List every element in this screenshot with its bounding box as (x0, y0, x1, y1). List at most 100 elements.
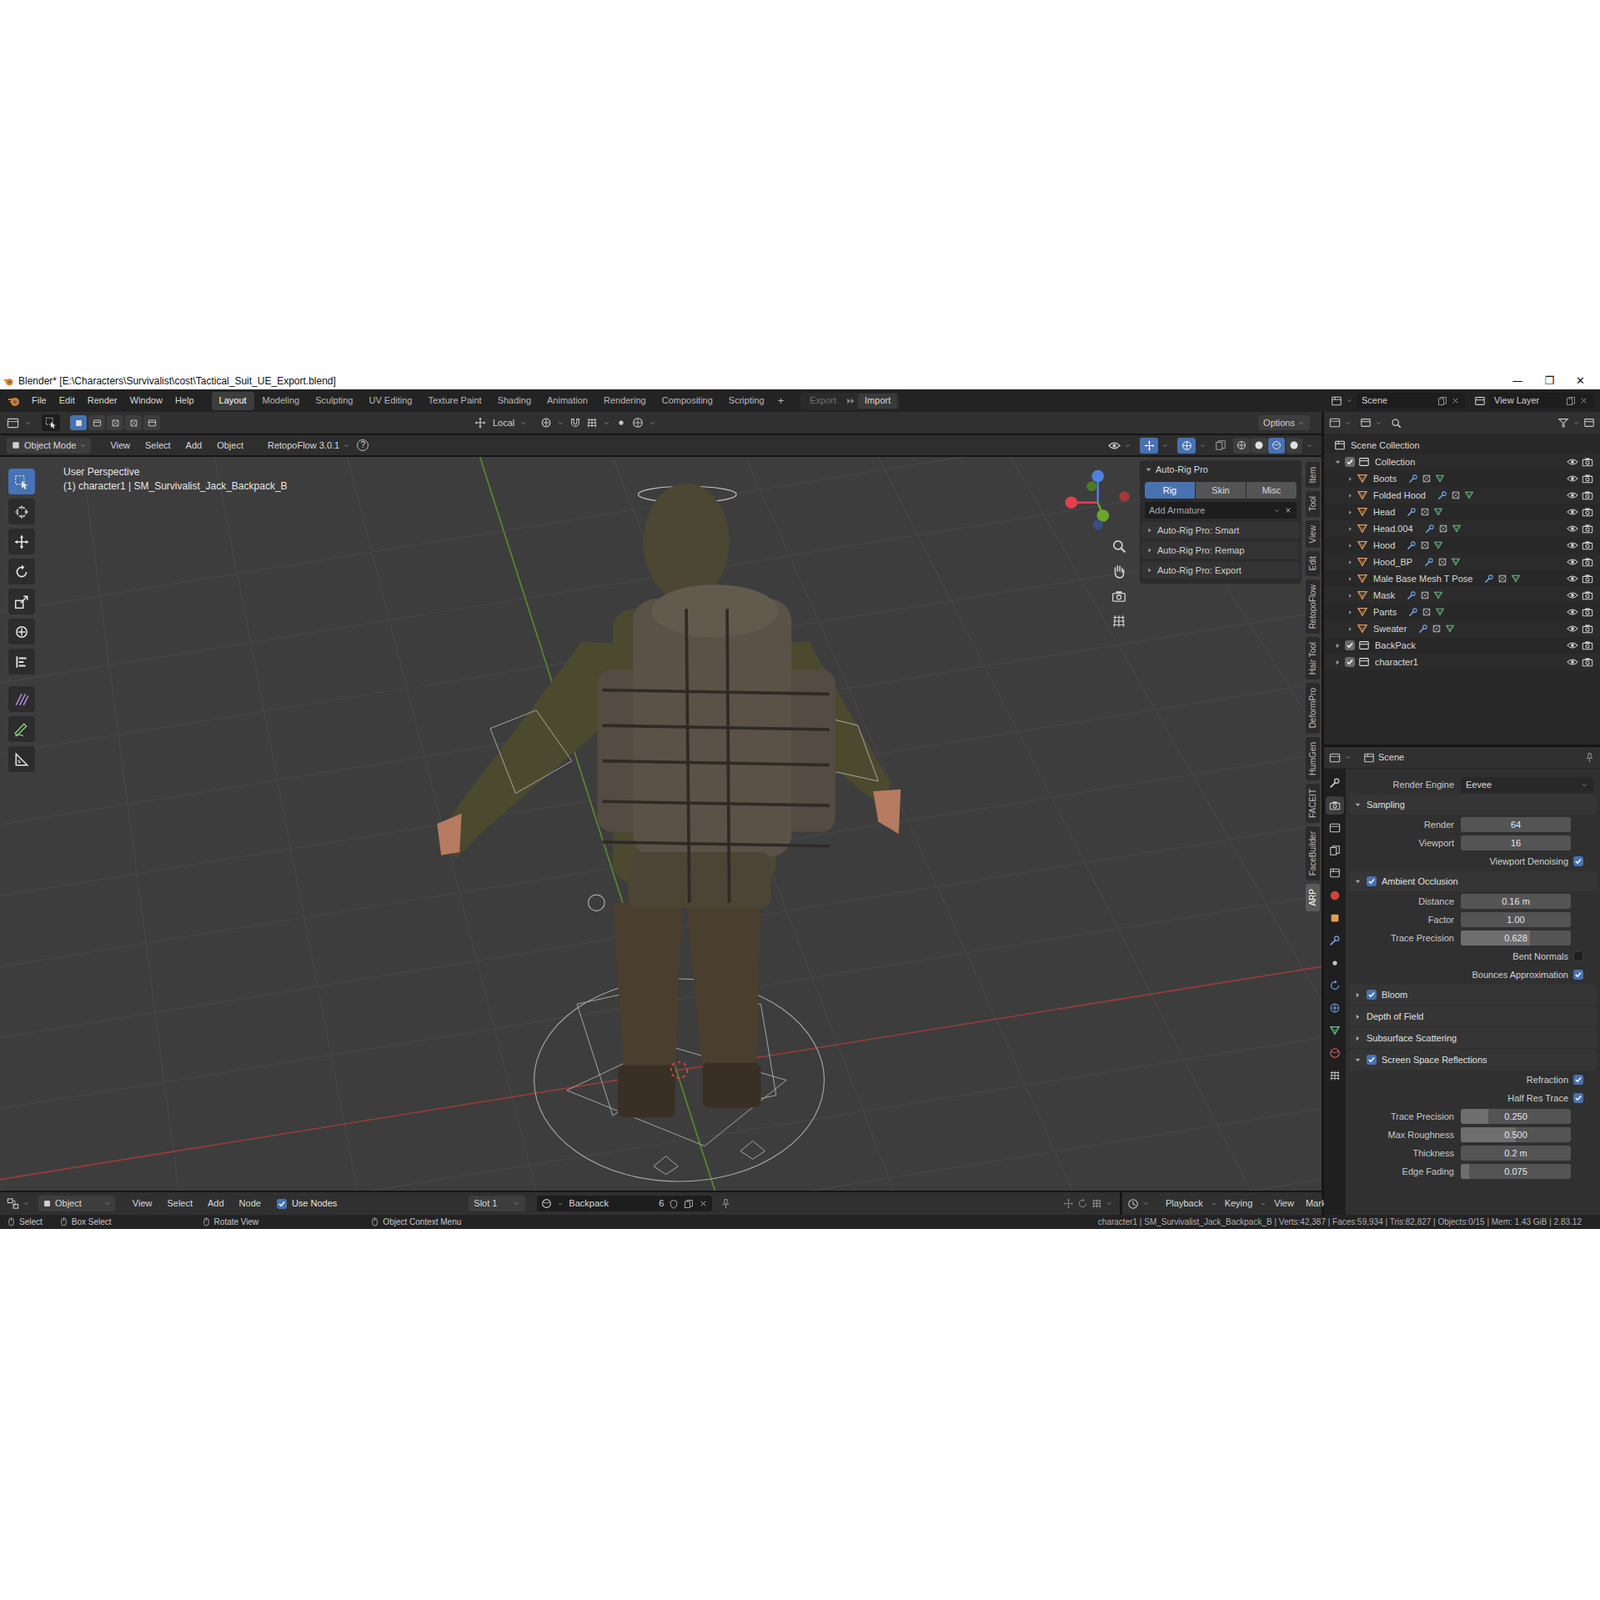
eye-icon[interactable] (1566, 556, 1579, 568)
selection-mode-button[interactable] (125, 415, 142, 431)
tool-button[interactable] (8, 618, 36, 645)
menu-item[interactable]: Window (124, 393, 169, 408)
property-number[interactable]: 0.16 m (1460, 893, 1571, 909)
shader-type-dropdown[interactable]: Object (38, 1195, 116, 1212)
grid-icon[interactable] (1111, 613, 1127, 629)
properties-tab[interactable] (1325, 1066, 1345, 1085)
sidebar-section[interactable]: Auto-Rig Pro: Smart (1141, 521, 1300, 539)
workspace-tab[interactable]: Scripting (721, 391, 773, 411)
falloff-icon[interactable] (631, 416, 644, 429)
workspace-tab[interactable]: Rendering (596, 391, 654, 411)
outliner-row[interactable]: Mask (1324, 586, 1600, 604)
render-camera-icon[interactable] (1581, 472, 1594, 485)
disclosure-triangle-icon[interactable] (1334, 658, 1342, 667)
pivot-icon[interactable] (540, 416, 552, 429)
dropdown-icon[interactable] (1344, 419, 1352, 427)
snap-icon[interactable] (1063, 1198, 1074, 1209)
new-collection-icon[interactable] (1583, 416, 1595, 429)
selection-mode-button[interactable] (143, 415, 161, 431)
menu-item[interactable]: Render (81, 393, 124, 408)
dropdown-icon[interactable] (1161, 441, 1169, 450)
panel-header[interactable]: Ambient Occlusion (1349, 871, 1597, 892)
pin-icon[interactable] (1584, 752, 1595, 763)
view-menu[interactable]: Add (180, 438, 209, 453)
properties-tab[interactable] (1325, 818, 1345, 838)
xray-icon[interactable] (1214, 439, 1227, 452)
region-tab[interactable]: Item (1305, 461, 1320, 488)
node-menu[interactable]: Select (160, 1196, 199, 1211)
dropdown-icon[interactable] (24, 419, 32, 427)
property-number[interactable]: 64 (1460, 817, 1571, 833)
dropdown-icon[interactable] (1123, 441, 1132, 450)
snap-target-icon[interactable] (586, 416, 598, 429)
zoom-icon[interactable] (1111, 538, 1127, 554)
region-tab[interactable]: FaceBuilder (1305, 826, 1320, 881)
visibility-icon[interactable] (1108, 439, 1121, 452)
fake-user-icon[interactable] (668, 1198, 679, 1209)
region-tab[interactable]: DeformPro (1305, 682, 1320, 733)
region-tab[interactable]: ARP (1305, 883, 1320, 912)
region-tab[interactable]: Tool (1305, 491, 1320, 517)
property-number[interactable]: 16 (1460, 835, 1571, 851)
dropdown-icon[interactable] (1572, 419, 1580, 427)
checkbox[interactable] (1573, 969, 1584, 980)
properties-tab[interactable] (1325, 953, 1345, 973)
tool-button[interactable] (8, 686, 36, 713)
dropdown-icon[interactable] (1210, 1200, 1218, 1208)
active-tool[interactable] (41, 414, 61, 432)
property-dropdown[interactable]: Eevee (1460, 777, 1594, 793)
render-camera-icon[interactable] (1581, 639, 1594, 652)
timeline-menu[interactable]: View (1269, 1196, 1299, 1211)
eye-icon[interactable] (1566, 472, 1579, 485)
editor-type-icon[interactable] (1127, 1198, 1139, 1210)
shading-button[interactable] (1250, 437, 1268, 454)
workspace-tab[interactable]: Compositing (654, 391, 721, 411)
workspace-tab[interactable]: Layout (211, 391, 255, 411)
blender-logo-icon[interactable] (7, 394, 21, 408)
disclosure-triangle-icon[interactable] (1347, 526, 1354, 532)
node-menu[interactable]: Add (201, 1196, 231, 1211)
properties-tab[interactable] (1325, 976, 1345, 995)
disclosure-triangle-icon[interactable] (1347, 559, 1354, 566)
dropdown-icon[interactable] (1273, 506, 1281, 515)
disclosure-triangle-icon[interactable] (1347, 509, 1354, 516)
material-field[interactable]: Backpack6 (536, 1195, 713, 1212)
node-menu[interactable]: Node (233, 1196, 267, 1211)
options-dropdown[interactable]: Options (1258, 415, 1310, 431)
overlay-icon[interactable] (1091, 1198, 1103, 1209)
outliner-row[interactable]: Pants (1324, 603, 1600, 621)
disclosure-triangle-icon[interactable] (1347, 609, 1354, 616)
workspace-tab[interactable]: UV Editing (361, 391, 420, 411)
node-menu[interactable]: View (126, 1196, 159, 1211)
render-camera-icon[interactable] (1581, 606, 1594, 618)
tool-button[interactable] (8, 468, 36, 495)
selection-mode-button[interactable] (106, 415, 124, 431)
disclosure-triangle-icon[interactable] (1354, 1034, 1362, 1043)
menu-item[interactable]: Edit (53, 393, 81, 408)
checkbox[interactable] (1573, 1074, 1584, 1085)
view-layer-icon[interactable] (1474, 395, 1486, 407)
unlink-icon[interactable] (698, 1198, 708, 1209)
checkbox[interactable] (1344, 456, 1355, 467)
duplicate-icon[interactable] (1565, 396, 1576, 407)
eye-icon[interactable] (1566, 622, 1579, 635)
disclosure-triangle-icon[interactable] (1354, 1056, 1362, 1064)
properties-tab[interactable] (1325, 1043, 1345, 1063)
panel-header[interactable]: Bloom (1349, 984, 1597, 1005)
transform-orientation-icon[interactable] (474, 416, 487, 429)
tool-button[interactable] (8, 588, 36, 615)
disclosure-triangle-icon[interactable] (1347, 592, 1354, 599)
properties-tab[interactable] (1325, 931, 1345, 950)
dropdown-icon[interactable] (1105, 1199, 1114, 1208)
panel-header[interactable]: Auto-Rig Pro (1139, 460, 1302, 479)
properties-tab[interactable] (1325, 998, 1345, 1018)
outliner-row[interactable]: Male Base Mesh T Pose (1324, 570, 1600, 587)
eye-icon[interactable] (1566, 489, 1579, 502)
viewport-scene[interactable] (0, 456, 1322, 1191)
eye-icon[interactable] (1566, 539, 1579, 552)
outliner-row[interactable]: BackPack (1324, 636, 1600, 654)
close-button[interactable]: ✕ (1575, 372, 1585, 390)
render-camera-icon[interactable] (1581, 556, 1594, 568)
scene-icon[interactable] (1330, 395, 1343, 407)
disclosure-triangle-icon[interactable] (1354, 1013, 1362, 1021)
